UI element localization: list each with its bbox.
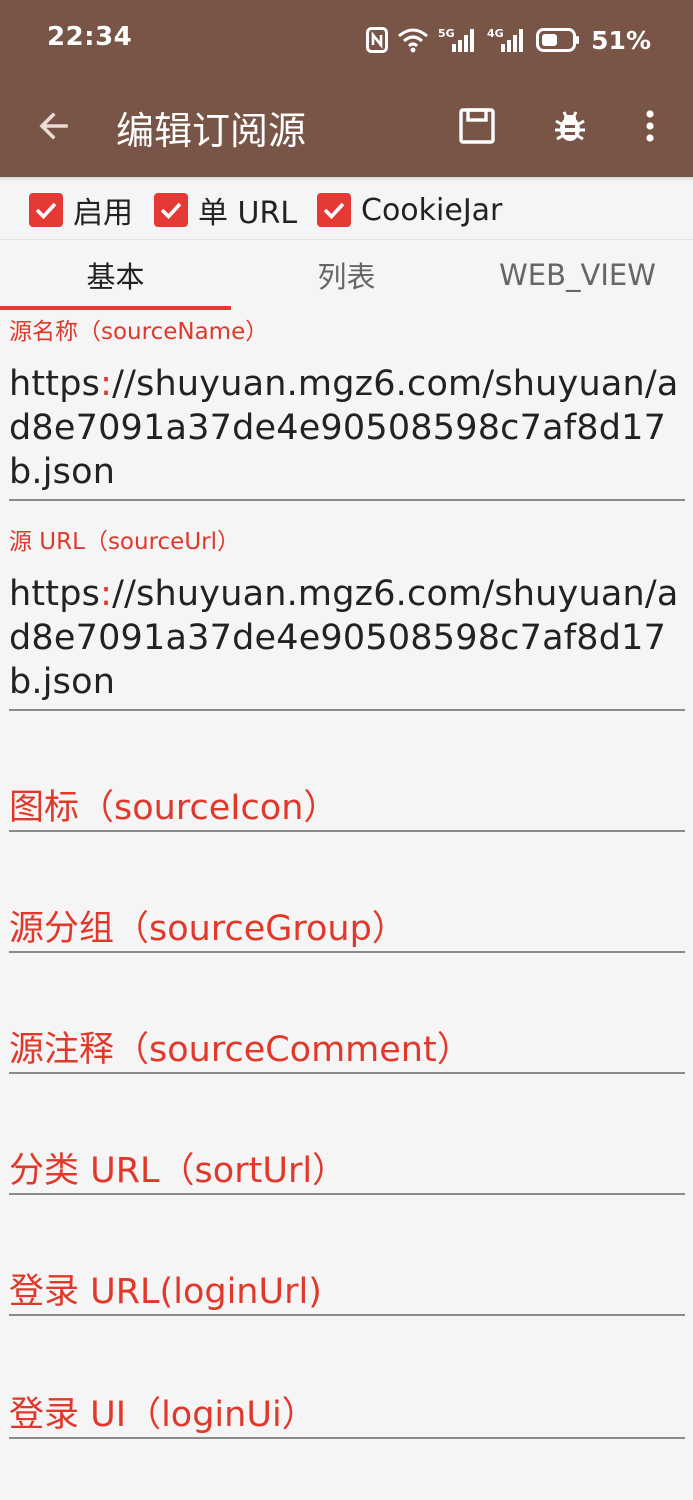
more-options-button[interactable] — [622, 100, 678, 156]
source-icon-underline — [9, 830, 685, 832]
status-icons: 5G 4G 51% — [366, 24, 651, 56]
bug-icon — [552, 108, 588, 148]
options-checkbox-row: 启用 单 URL CookieJar — [0, 177, 693, 239]
battery-percent: 51% — [591, 25, 651, 55]
source-url-value-prefix: https — [9, 574, 101, 614]
signal-5g-label: 5G — [438, 27, 455, 40]
source-name-label: 源名称（sourceName） — [9, 319, 269, 345]
tab-bar: 基本 列表 WEB_VIEW — [0, 239, 693, 310]
status-bar: 22:34 5G 4G 51% — [0, 0, 693, 80]
source-group-hint: 源分组（sourceGroup） — [9, 909, 407, 949]
source-icon-field[interactable]: 图标（sourceIcon） — [9, 749, 685, 833]
login-url-hint: 登录 URL(loginUrl) — [9, 1272, 322, 1312]
source-comment-hint: 源注释（sourceComment） — [9, 1030, 472, 1070]
checkbox-single-url[interactable]: 单 URL — [154, 193, 297, 231]
checkbox-enabled[interactable]: 启用 — [29, 193, 133, 231]
checkbox-checked-icon — [154, 193, 188, 227]
page-title: 编辑订阅源 — [116, 109, 307, 153]
arrow-left-icon — [36, 108, 72, 148]
source-url-value-colon: : — [100, 574, 113, 614]
source-url-label: 源 URL（sourceUrl） — [9, 529, 240, 555]
login-ui-hint: 登录 UI（loginUi） — [9, 1395, 317, 1435]
source-group-field[interactable]: 源分组（sourceGroup） — [9, 870, 685, 954]
source-comment-underline — [9, 1072, 685, 1074]
checkbox-checked-icon — [317, 193, 351, 227]
source-name-value-colon: : — [100, 364, 113, 404]
source-url-field[interactable]: 源 URL（sourceUrl） https://shuyuan.mgz6.co… — [9, 519, 685, 711]
source-group-underline — [9, 951, 685, 953]
source-icon-hint: 图标（sourceIcon） — [9, 788, 339, 828]
checkbox-checked-icon — [29, 193, 63, 227]
debug-button[interactable] — [542, 100, 598, 156]
tab-web-view[interactable]: WEB_VIEW — [462, 240, 693, 310]
login-ui-underline — [9, 1437, 685, 1439]
source-url-underline — [9, 709, 685, 711]
nfc-icon — [366, 27, 389, 53]
status-time: 22:34 — [47, 22, 133, 52]
tab-list[interactable]: 列表 — [231, 240, 462, 310]
signal-5g-icon: 5G — [438, 26, 478, 54]
save-icon — [458, 107, 496, 149]
source-name-value[interactable]: https://shuyuan.mgz6.com/shuyuan/ad8e709… — [9, 362, 685, 494]
sort-url-underline — [9, 1193, 685, 1195]
source-comment-field[interactable]: 源注释（sourceComment） — [9, 991, 685, 1075]
login-url-underline — [9, 1314, 685, 1316]
signal-4g-label: 4G — [487, 27, 504, 40]
checkbox-cookiejar[interactable]: CookieJar — [317, 192, 503, 228]
battery-icon — [536, 27, 580, 53]
wifi-icon — [397, 27, 429, 53]
signal-4g-icon: 4G — [487, 26, 527, 54]
sort-url-field[interactable]: 分类 URL（sortUrl） — [9, 1112, 685, 1196]
login-ui-field[interactable]: 登录 UI（loginUi） — [9, 1354, 685, 1440]
checkbox-cookiejar-label: CookieJar — [361, 192, 503, 228]
save-button[interactable] — [449, 100, 505, 156]
source-url-value[interactable]: https://shuyuan.mgz6.com/shuyuan/ad8e709… — [9, 572, 685, 704]
checkbox-enabled-label: 启用 — [73, 196, 133, 231]
tab-basic[interactable]: 基本 — [0, 240, 231, 310]
source-name-underline — [9, 499, 685, 501]
more-vert-icon — [645, 109, 655, 147]
checkbox-single-url-label: 单 URL — [198, 196, 298, 231]
login-url-field[interactable]: 登录 URL(loginUrl) — [9, 1233, 685, 1317]
app-bar: 22:34 5G 4G 51% 编辑订阅源 — [0, 0, 693, 177]
source-name-field[interactable]: 源名称（sourceName） https://shuyuan.mgz6.com… — [9, 309, 685, 501]
sort-url-hint: 分类 URL（sortUrl） — [9, 1151, 348, 1191]
source-name-value-prefix: https — [9, 364, 101, 404]
toolbar: 编辑订阅源 — [0, 80, 693, 177]
back-button[interactable] — [28, 102, 80, 154]
